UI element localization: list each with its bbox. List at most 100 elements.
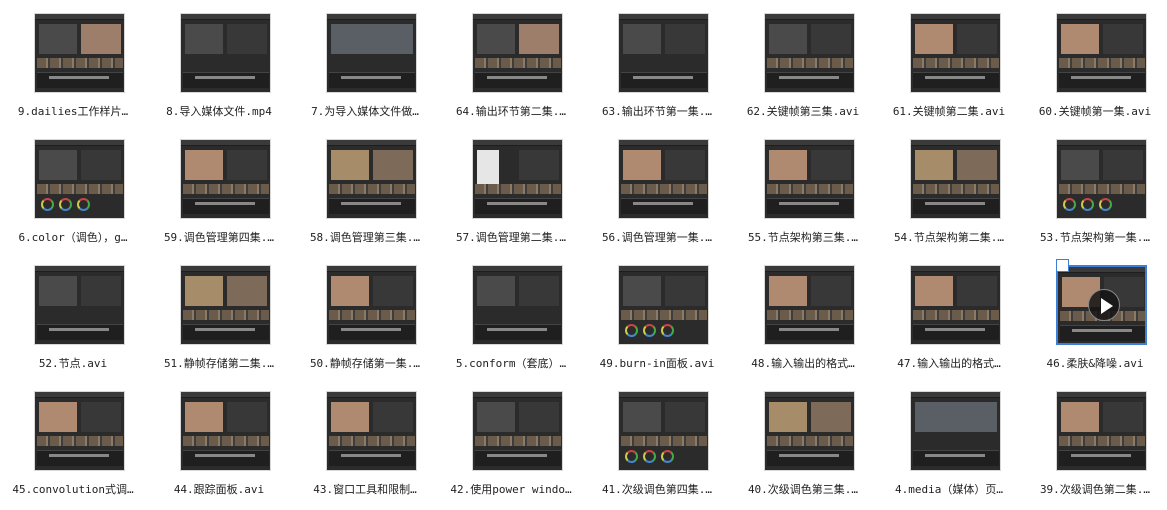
checkbox-icon[interactable] [1056,259,1069,272]
file-item[interactable]: 48.输入输出的格式… [730,252,876,378]
thumbnail-panel [769,24,807,54]
video-thumbnail[interactable] [34,13,125,93]
thumbnail-menubar [1057,14,1146,20]
file-item[interactable]: 43.窗口工具和限制… [292,378,438,504]
file-name: 51.静帧存储第二集.… [163,357,275,370]
color-wheel-icon [59,198,72,211]
thumbnail-panel [39,150,77,180]
thumbnail-clip-strip [913,310,999,320]
video-thumbnail[interactable] [1056,139,1147,219]
video-thumbnail[interactable] [326,265,417,345]
thumbnail-panel [477,24,515,54]
color-wheel-icon [1081,198,1094,211]
video-thumbnail[interactable] [618,13,709,93]
file-item[interactable]: 8.导入媒体文件.mp4 [146,0,292,126]
file-item[interactable]: 9.dailies工作样片… [0,0,146,126]
video-thumbnail[interactable] [34,265,125,345]
video-thumbnail[interactable] [764,391,855,471]
file-item[interactable]: 58.调色管理第三集.… [292,126,438,252]
thumbnail-menubar [327,266,416,272]
file-item[interactable]: 51.静帧存储第二集.… [146,252,292,378]
file-item[interactable]: 45.convolution式调… [0,378,146,504]
video-thumbnail[interactable] [618,265,709,345]
video-thumbnail[interactable] [472,139,563,219]
video-thumbnail[interactable] [764,13,855,93]
file-item[interactable]: 52.节点.avi [0,252,146,378]
video-thumbnail[interactable] [34,139,125,219]
file-name: 55.节点架构第三集.… [747,231,859,244]
file-item[interactable]: 56.调色管理第一集.… [584,126,730,252]
video-thumbnail[interactable] [472,13,563,93]
video-thumbnail[interactable] [910,139,1001,219]
file-item[interactable]: 61.关键帧第二集.avi [876,0,1022,126]
video-thumbnail[interactable] [764,139,855,219]
file-item[interactable]: 62.关键帧第三集.avi [730,0,876,126]
thumbnail-menubar [327,140,416,146]
video-thumbnail[interactable] [34,391,125,471]
video-thumbnail[interactable] [618,139,709,219]
thumbnail-panel [185,276,223,306]
file-item[interactable]: 53.节点架构第一集.… [1022,126,1167,252]
video-thumbnail[interactable] [180,13,271,93]
thumbnail-subtitle [195,202,255,205]
video-thumbnail[interactable] [326,391,417,471]
file-name: 63.输出环节第一集.… [601,105,713,118]
file-item[interactable]: 39.次级调色第二集.… [1022,378,1167,504]
video-thumbnail[interactable] [180,265,271,345]
file-item[interactable]: 55.节点架构第三集.… [730,126,876,252]
file-item[interactable]: 41.次级调色第四集.… [584,378,730,504]
thumbnail-panel [519,276,559,306]
video-thumbnail[interactable] [1056,13,1147,93]
thumbnail-clip-strip [329,184,415,194]
file-item[interactable]: 47.输入输出的格式… [876,252,1022,378]
color-wheel-icon [1099,198,1112,211]
video-thumbnail[interactable] [1056,265,1147,345]
file-item[interactable]: 44.跟踪面板.avi [146,378,292,504]
file-item[interactable]: 54.节点架构第二集.… [876,126,1022,252]
file-name: 6.color（调色），g… [18,231,128,244]
video-thumbnail[interactable] [472,265,563,345]
thumbnail-clip-strip [329,436,415,446]
thumbnail-clip-strip [621,436,707,446]
video-thumbnail[interactable] [180,139,271,219]
file-item[interactable]: 42.使用power windo… [438,378,584,504]
thumbnail-panel [665,24,705,54]
thumbnail-menubar [473,392,562,398]
play-icon[interactable] [1088,289,1120,321]
thumbnail-menubar [911,140,1000,146]
file-item[interactable]: 40.次级调色第三集.… [730,378,876,504]
thumbnail-menubar [181,14,270,20]
video-thumbnail[interactable] [1056,391,1147,471]
file-item[interactable]: 64.输出环节第二集.… [438,0,584,126]
file-item[interactable]: 59.调色管理第四集.… [146,126,292,252]
file-item[interactable]: 49.burn-in面板.avi [584,252,730,378]
video-thumbnail[interactable] [326,13,417,93]
file-item[interactable]: 60.关键帧第一集.avi [1022,0,1167,126]
video-thumbnail[interactable] [326,139,417,219]
thumbnail-subtitle [779,454,839,457]
file-name: 8.导入媒体文件.mp4 [166,105,272,118]
thumbnail-panel [331,150,369,180]
thumbnail-menubar [619,266,708,272]
file-item[interactable]: 57.调色管理第二集.… [438,126,584,252]
thumbnail-panel [331,24,413,54]
thumbnail-panel [519,402,559,432]
file-item[interactable]: 50.静帧存储第一集.… [292,252,438,378]
video-thumbnail[interactable] [910,265,1001,345]
file-item[interactable]: 7.为导入媒体文件做… [292,0,438,126]
file-item[interactable]: 6.color（调色），g… [0,126,146,252]
video-thumbnail[interactable] [472,391,563,471]
file-item[interactable]: 63.输出环节第一集.… [584,0,730,126]
thumbnail-subtitle [779,202,839,205]
file-name: 58.调色管理第三集.… [309,231,421,244]
video-thumbnail[interactable] [910,13,1001,93]
video-thumbnail[interactable] [764,265,855,345]
thumbnail-clip-strip [329,310,415,320]
thumbnail-timeline [913,450,999,466]
video-thumbnail[interactable] [180,391,271,471]
file-item[interactable]: 4.media（媒体）页… [876,378,1022,504]
video-thumbnail[interactable] [618,391,709,471]
file-item[interactable]: 5.conform（套底）… [438,252,584,378]
video-thumbnail[interactable] [910,391,1001,471]
file-item[interactable]: 46.柔肤&降噪.avi [1022,252,1167,378]
